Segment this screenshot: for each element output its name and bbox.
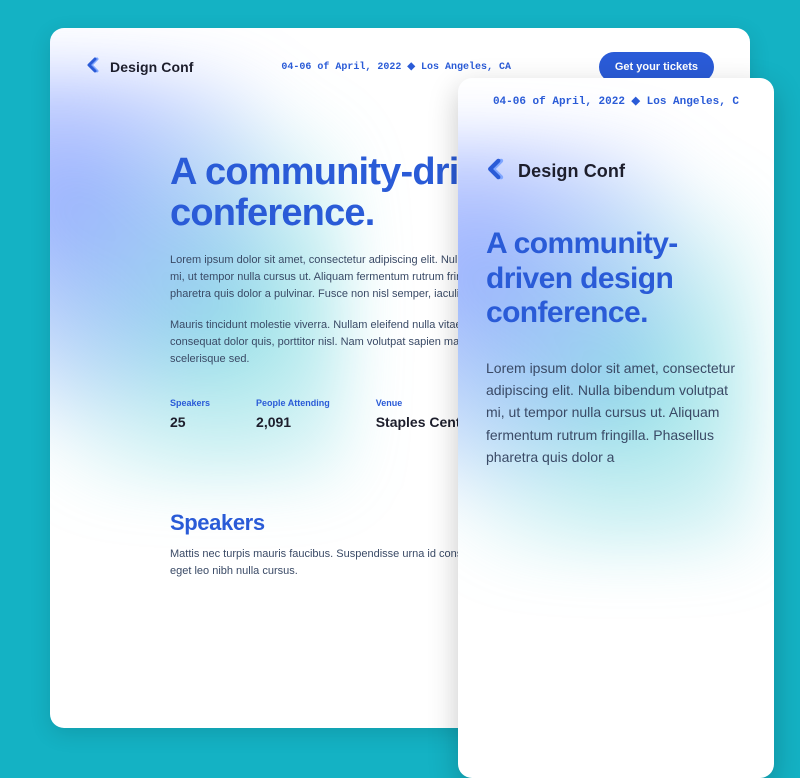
hero-title-mobile: A community-driven design conference. — [486, 227, 746, 331]
brand[interactable]: Design Conf — [86, 56, 194, 79]
hero-mobile: A community-driven design conference. Lo… — [458, 187, 774, 468]
brand-name-mobile: Design Conf — [518, 161, 625, 182]
chevron-left-icon — [86, 56, 102, 79]
stat-value: 2,091 — [256, 414, 330, 430]
stat-speakers: Speakers 25 — [170, 398, 210, 430]
event-meta-mobile: 04-06 of April, 2022 ◆ Los Angeles, C — [458, 78, 774, 108]
stat-label: People Attending — [256, 398, 330, 408]
stat-attending: People Attending 2,091 — [256, 398, 330, 430]
section-copy: Mattis nec turpis mauris faucibus. Suspe… — [170, 546, 490, 580]
event-meta: 04-06 of April, 2022 ◆ Los Angeles, CA — [281, 61, 511, 73]
stat-value: 25 — [170, 414, 210, 430]
hero-copy-mobile: Lorem ipsum dolor sit amet, consectetur … — [486, 357, 746, 469]
chevron-left-icon — [486, 156, 508, 187]
brand-mobile[interactable]: Design Conf — [458, 108, 774, 187]
stat-label: Speakers — [170, 398, 210, 408]
brand-name: Design Conf — [110, 59, 194, 75]
mobile-preview: 04-06 of April, 2022 ◆ Los Angeles, C De… — [458, 78, 774, 778]
desktop-header: Design Conf 04-06 of April, 2022 ◆ Los A… — [50, 28, 750, 82]
